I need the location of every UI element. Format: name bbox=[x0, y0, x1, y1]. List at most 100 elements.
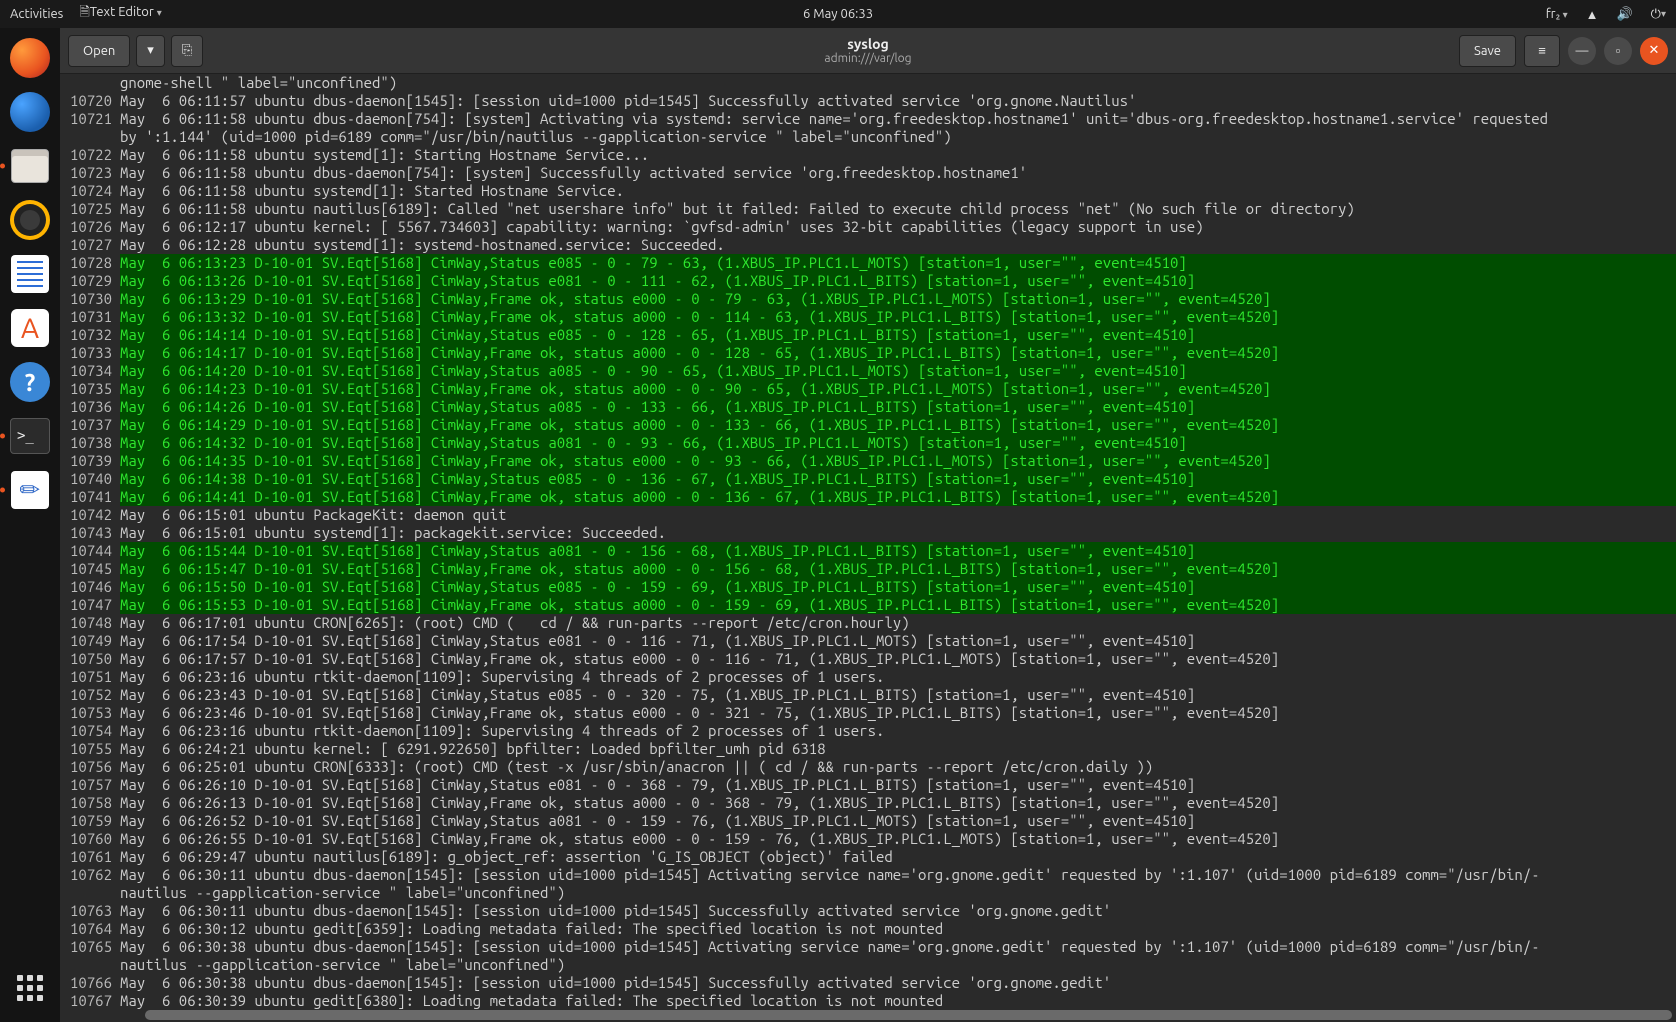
line-number: 10725 bbox=[60, 200, 120, 218]
chevron-down-icon: ▾ bbox=[147, 43, 154, 58]
clock[interactable]: 6 May 06:33 bbox=[803, 7, 873, 21]
line-text: May 6 06:15:53 D-10-01 SV.Eqt[5168] CimW… bbox=[120, 596, 1676, 614]
line-number: 10749 bbox=[60, 632, 120, 650]
volume-icon[interactable]: 🔊 bbox=[1616, 7, 1632, 22]
line-number bbox=[60, 128, 120, 146]
log-line: 10762May 6 06:30:11 ubuntu dbus-daemon[1… bbox=[60, 866, 1676, 884]
line-text: May 6 06:14:17 D-10-01 SV.Eqt[5168] CimW… bbox=[120, 344, 1676, 362]
dock-rhythmbox[interactable] bbox=[6, 196, 54, 244]
minimize-button[interactable]: ― bbox=[1568, 37, 1596, 65]
line-number: 10735 bbox=[60, 380, 120, 398]
log-line: 10739May 6 06:14:35 D-10-01 SV.Eqt[5168]… bbox=[60, 452, 1676, 470]
open-recent-button[interactable]: ▾ bbox=[136, 35, 165, 67]
line-text: May 6 06:23:43 D-10-01 SV.Eqt[5168] CimW… bbox=[120, 686, 1676, 704]
line-text: May 6 06:26:10 D-10-01 SV.Eqt[5168] CimW… bbox=[120, 776, 1676, 794]
line-text: May 6 06:12:17 ubuntu kernel: [ 5567.734… bbox=[120, 218, 1676, 236]
headerbar: Open ▾ ⎘ syslog admin:///var/log Save ≡ … bbox=[60, 28, 1676, 74]
line-number: 10734 bbox=[60, 362, 120, 380]
activities-button[interactable]: Activities bbox=[10, 7, 63, 21]
hamburger-icon: ≡ bbox=[1538, 43, 1546, 58]
dock-libreoffice-writer[interactable] bbox=[6, 250, 54, 298]
maximize-button[interactable]: ▫ bbox=[1604, 37, 1632, 65]
line-number: 10728 bbox=[60, 254, 120, 272]
log-line: 10744May 6 06:15:44 D-10-01 SV.Eqt[5168]… bbox=[60, 542, 1676, 560]
line-number: 10739 bbox=[60, 452, 120, 470]
line-number: 10752 bbox=[60, 686, 120, 704]
line-number bbox=[60, 956, 120, 974]
line-text: May 6 06:23:16 ubuntu rtkit-daemon[1109]… bbox=[120, 722, 1676, 740]
close-button[interactable]: ✕ bbox=[1640, 37, 1668, 65]
log-line: 10742May 6 06:15:01 ubuntu PackageKit: d… bbox=[60, 506, 1676, 524]
log-line: 10722May 6 06:11:58 ubuntu systemd[1]: S… bbox=[60, 146, 1676, 164]
minimize-icon: ― bbox=[1576, 44, 1589, 58]
hamburger-menu-button[interactable]: ≡ bbox=[1524, 35, 1560, 67]
line-text: May 6 06:13:26 D-10-01 SV.Eqt[5168] CimW… bbox=[120, 272, 1676, 290]
line-number: 10761 bbox=[60, 848, 120, 866]
line-text: May 6 06:17:57 D-10-01 SV.Eqt[5168] CimW… bbox=[120, 650, 1676, 668]
log-line: 10736May 6 06:14:26 D-10-01 SV.Eqt[5168]… bbox=[60, 398, 1676, 416]
line-text: May 6 06:14:41 D-10-01 SV.Eqt[5168] CimW… bbox=[120, 488, 1676, 506]
log-line: 10767May 6 06:30:39 ubuntu gedit[6380]: … bbox=[60, 992, 1676, 1010]
network-icon[interactable]: ▲ bbox=[1586, 7, 1599, 22]
line-text: by ':1.144' (uid=1000 pid=6189 comm="/us… bbox=[120, 128, 1676, 146]
line-number: 10742 bbox=[60, 506, 120, 524]
line-number: 10720 bbox=[60, 92, 120, 110]
log-line: 10728May 6 06:13:23 D-10-01 SV.Eqt[5168]… bbox=[60, 254, 1676, 272]
line-number: 10729 bbox=[60, 272, 120, 290]
dock-firefox[interactable] bbox=[6, 34, 54, 82]
rhythmbox-icon bbox=[10, 200, 50, 240]
line-text: May 6 06:14:26 D-10-01 SV.Eqt[5168] CimW… bbox=[120, 398, 1676, 416]
line-number: 10745 bbox=[60, 560, 120, 578]
new-document-button[interactable]: ⎘ bbox=[171, 35, 203, 67]
log-line: 10748May 6 06:17:01 ubuntu CRON[6265]: (… bbox=[60, 614, 1676, 632]
line-text: May 6 06:12:28 ubuntu systemd[1]: system… bbox=[120, 236, 1676, 254]
line-text: May 6 06:26:55 D-10-01 SV.Eqt[5168] CimW… bbox=[120, 830, 1676, 848]
keyboard-layout-indicator[interactable]: fr₂ bbox=[1546, 7, 1568, 21]
log-line: 10727May 6 06:12:28 ubuntu systemd[1]: s… bbox=[60, 236, 1676, 254]
text-editor-icon: 🗎 bbox=[79, 3, 89, 25]
log-line: 10741May 6 06:14:41 D-10-01 SV.Eqt[5168]… bbox=[60, 488, 1676, 506]
line-text: May 6 06:15:01 ubuntu PackageKit: daemon… bbox=[120, 506, 1676, 524]
show-applications-button[interactable] bbox=[6, 964, 54, 1012]
dock-terminal[interactable]: >_ bbox=[6, 412, 54, 460]
line-text: May 6 06:30:38 ubuntu dbus-daemon[1545]:… bbox=[120, 974, 1676, 992]
save-button[interactable]: Save bbox=[1459, 35, 1516, 67]
line-text: May 6 06:13:32 D-10-01 SV.Eqt[5168] CimW… bbox=[120, 308, 1676, 326]
line-text: May 6 06:11:57 ubuntu dbus-daemon[1545]:… bbox=[120, 92, 1676, 110]
log-line: 10759May 6 06:26:52 D-10-01 SV.Eqt[5168]… bbox=[60, 812, 1676, 830]
line-number: 10748 bbox=[60, 614, 120, 632]
line-text: May 6 06:26:13 D-10-01 SV.Eqt[5168] CimW… bbox=[120, 794, 1676, 812]
line-number: 10764 bbox=[60, 920, 120, 938]
log-line: 10725May 6 06:11:58 ubuntu nautilus[6189… bbox=[60, 200, 1676, 218]
dock-software[interactable]: A bbox=[6, 304, 54, 352]
horizontal-scrollbar[interactable] bbox=[120, 1010, 1662, 1020]
log-line: 10734May 6 06:14:20 D-10-01 SV.Eqt[5168]… bbox=[60, 362, 1676, 380]
log-line: nautilus --gapplication-service " label=… bbox=[60, 884, 1676, 902]
line-text: May 6 06:14:14 D-10-01 SV.Eqt[5168] CimW… bbox=[120, 326, 1676, 344]
open-button[interactable]: Open bbox=[68, 35, 130, 67]
log-line: 10720May 6 06:11:57 ubuntu dbus-daemon[1… bbox=[60, 92, 1676, 110]
line-number: 10741 bbox=[60, 488, 120, 506]
log-line: 10758May 6 06:26:13 D-10-01 SV.Eqt[5168]… bbox=[60, 794, 1676, 812]
power-icon[interactable]: ⏻ bbox=[1651, 7, 1666, 22]
line-text: May 6 06:30:38 ubuntu dbus-daemon[1545]:… bbox=[120, 938, 1676, 956]
ubuntu-dock: A ? >_ ✎ bbox=[0, 28, 60, 1022]
firefox-icon bbox=[10, 38, 50, 78]
dock-files[interactable] bbox=[6, 142, 54, 190]
app-menu[interactable]: 🗎 Text Editor bbox=[79, 3, 161, 25]
line-number: 10760 bbox=[60, 830, 120, 848]
log-line: 10764May 6 06:30:12 ubuntu gedit[6359]: … bbox=[60, 920, 1676, 938]
line-text: May 6 06:30:11 ubuntu dbus-daemon[1545]:… bbox=[120, 902, 1676, 920]
dock-thunderbird[interactable] bbox=[6, 88, 54, 136]
log-line: gnome-shell " label="unconfined") bbox=[60, 74, 1676, 92]
line-text: May 6 06:15:01 ubuntu systemd[1]: packag… bbox=[120, 524, 1676, 542]
line-text: May 6 06:11:58 ubuntu dbus-daemon[754]: … bbox=[120, 164, 1676, 182]
text-view[interactable]: gnome-shell " label="unconfined")10720Ma… bbox=[60, 74, 1676, 1022]
line-number bbox=[60, 884, 120, 902]
dock-text-editor[interactable]: ✎ bbox=[6, 466, 54, 514]
dock-help[interactable]: ? bbox=[6, 358, 54, 406]
log-line: 10733May 6 06:14:17 D-10-01 SV.Eqt[5168]… bbox=[60, 344, 1676, 362]
line-text: nautilus --gapplication-service " label=… bbox=[120, 884, 1676, 902]
line-text: May 6 06:14:32 D-10-01 SV.Eqt[5168] CimW… bbox=[120, 434, 1676, 452]
line-number: 10722 bbox=[60, 146, 120, 164]
